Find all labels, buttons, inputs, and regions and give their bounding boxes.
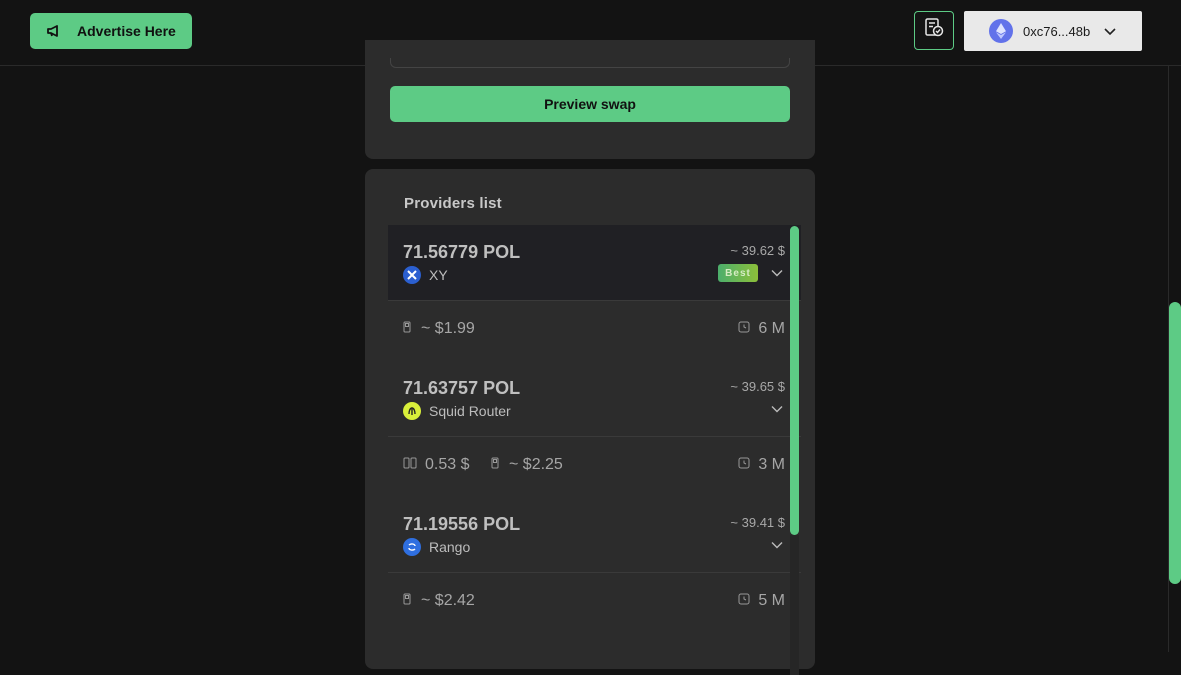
estimated-time: 5 M (738, 592, 785, 610)
clock-icon (738, 592, 750, 610)
gas-value: ~ $2.42 (421, 592, 475, 609)
preview-swap-button[interactable]: Preview swap (390, 86, 790, 122)
advertise-button[interactable]: Advertise Here (30, 13, 192, 49)
gas-pump-icon (491, 456, 501, 474)
rango-logo-icon (403, 538, 421, 556)
provider-item-squid-router[interactable]: 71.63757 POL Squid Router ~ 39.65 $ 0.53… (388, 361, 801, 497)
chevron-down-icon[interactable] (770, 402, 784, 416)
provider-amount: 71.63757 POL (403, 378, 521, 398)
provider-item-rango[interactable]: 71.19556 POL Rango ~ 39.41 $ ~ $2.42 5 M (388, 497, 801, 633)
swap-card: Preview swap (365, 40, 815, 159)
provider-list[interactable]: 71.56779 POL XY ~ 39.62 $ Best ~ $1.99 6… (388, 225, 801, 669)
gas-cost: ~ $1.99 (403, 320, 475, 338)
wallet-address: 0xc76...48b (1023, 23, 1091, 39)
gas-pump-icon (403, 592, 413, 610)
time-value: 5 M (758, 592, 785, 609)
provider-header[interactable]: 71.63757 POL Squid Router ~ 39.65 $ (388, 361, 801, 436)
provider-details: ~ $1.99 6 M (388, 301, 801, 361)
gas-cost: ~ $2.25 (491, 456, 563, 474)
provider-details: ~ $2.42 5 M (388, 573, 801, 633)
provider-name: Rango (429, 539, 471, 555)
fee-value: 0.53 $ (425, 456, 470, 473)
provider-list-scroll-track[interactable] (790, 535, 799, 675)
ethereum-icon (989, 19, 1013, 43)
time-value: 6 M (758, 320, 785, 337)
provider-details: 0.53 $ ~ $2.25 3 M (388, 437, 801, 497)
chevron-down-icon (1104, 24, 1116, 39)
chevron-down-icon[interactable] (770, 538, 784, 552)
advertise-label: Advertise Here (77, 23, 176, 39)
provider-amount: 71.19556 POL (403, 514, 521, 534)
swap-input-edge (390, 58, 790, 68)
clock-icon (738, 320, 750, 338)
provider-name-row: Squid Router (403, 402, 511, 420)
provider-usd-value: ~ 39.41 $ (730, 515, 785, 530)
chevron-down-icon[interactable] (770, 266, 784, 280)
provider-name-row: XY (403, 266, 448, 284)
provider-name-row: Rango (403, 538, 470, 556)
provider-header[interactable]: 71.19556 POL Rango ~ 39.41 $ (388, 497, 801, 572)
providers-card: Providers list 71.56779 POL XY ~ 39.62 $… (365, 169, 815, 675)
xy-logo-icon (403, 266, 421, 284)
provider-usd-value: ~ 39.62 $ (730, 243, 785, 258)
estimated-time: 6 M (738, 320, 785, 338)
provider-amount: 71.56779 POL (403, 242, 521, 262)
providers-title: Providers list (404, 195, 502, 212)
provider-usd-value: ~ 39.65 $ (730, 379, 785, 394)
best-badge: Best (718, 264, 758, 282)
clock-icon (738, 456, 750, 474)
page-scrollbar[interactable] (1169, 302, 1181, 584)
provider-name: Squid Router (429, 403, 511, 419)
provider-item-xy[interactable]: 71.56779 POL XY ~ 39.62 $ Best ~ $1.99 6… (388, 225, 801, 361)
estimated-time: 3 M (738, 456, 785, 474)
gas-value: ~ $1.99 (421, 320, 475, 337)
provider-header[interactable]: 71.56779 POL XY ~ 39.62 $ Best (388, 225, 801, 300)
wallet-button[interactable]: 0xc76...48b (964, 11, 1142, 51)
provider-list-scrollbar[interactable] (790, 226, 799, 535)
gas-pump-icon (403, 320, 413, 338)
megaphone-icon (47, 25, 61, 37)
gas-cost: ~ $2.42 (403, 592, 475, 610)
time-value: 3 M (758, 456, 785, 473)
transactions-icon (923, 17, 945, 44)
fee-cost: 0.53 $ (403, 456, 469, 474)
transactions-button[interactable] (914, 11, 954, 50)
squid-logo-icon (403, 402, 421, 420)
provider-name: XY (429, 267, 448, 283)
gas-value: ~ $2.25 (509, 456, 563, 473)
fee-icon (403, 456, 417, 474)
